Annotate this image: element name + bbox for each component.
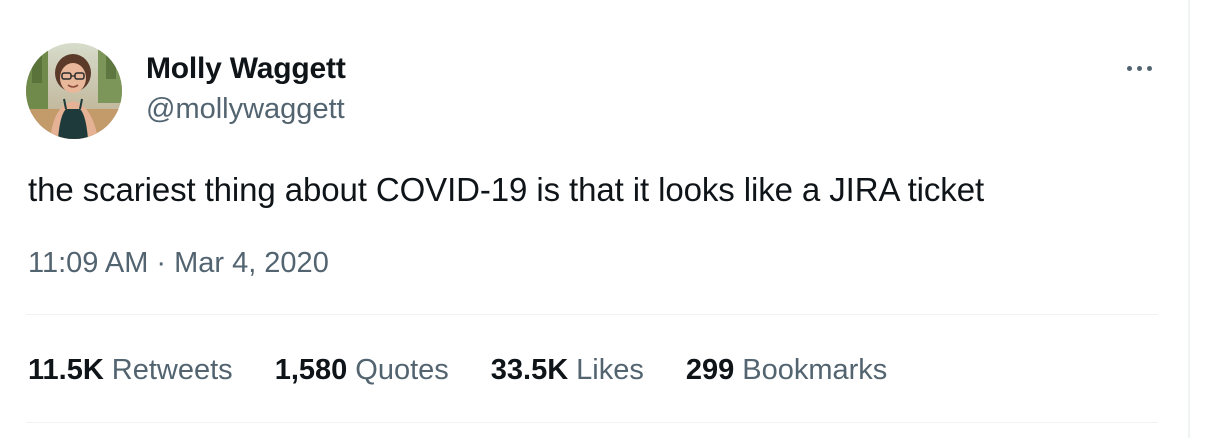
tweet-date[interactable]: Mar 4, 2020 (174, 246, 329, 280)
retweets-label: Retweets (111, 354, 233, 386)
bookmarks-label: Bookmarks (742, 354, 888, 386)
avatar-photo (26, 43, 122, 139)
engagement-stats: 11.5K Retweets 1,580 Quotes 33.5K Likes … (28, 352, 929, 388)
tweet-text: the scariest thing about COVID-19 is tha… (28, 171, 985, 208)
author-display-name[interactable]: Molly Waggett (146, 52, 346, 86)
divider (26, 314, 1158, 315)
stat-likes[interactable]: 33.5K Likes (491, 353, 644, 387)
more-horizontal-icon (1146, 65, 1152, 71)
bookmarks-count: 299 (685, 354, 735, 386)
stat-quotes[interactable]: 1,580 Quotes (275, 353, 449, 387)
divider (26, 422, 1158, 423)
avatar[interactable] (26, 43, 122, 139)
stat-bookmarks[interactable]: 299 Bookmarks (686, 353, 887, 387)
retweets-count: 11.5K (28, 354, 104, 386)
more-options-button[interactable] (1118, 52, 1160, 84)
meta-separator: · (156, 247, 167, 279)
more-horizontal-icon (1126, 65, 1132, 71)
panel-right-border (1188, 0, 1190, 438)
author-handle[interactable]: @mollywaggett (146, 92, 345, 126)
quotes-label: Quotes (355, 354, 449, 386)
tweet-timestamp: 11:09 AM · Mar 4, 2020 (28, 246, 329, 280)
more-horizontal-icon (1136, 65, 1142, 71)
likes-label: Likes (576, 354, 644, 386)
likes-count: 33.5K (490, 354, 569, 386)
tweet-time[interactable]: 11:09 AM (28, 246, 148, 280)
quotes-count: 1,580 (274, 354, 348, 386)
stat-retweets[interactable]: 11.5K Retweets (28, 353, 233, 387)
